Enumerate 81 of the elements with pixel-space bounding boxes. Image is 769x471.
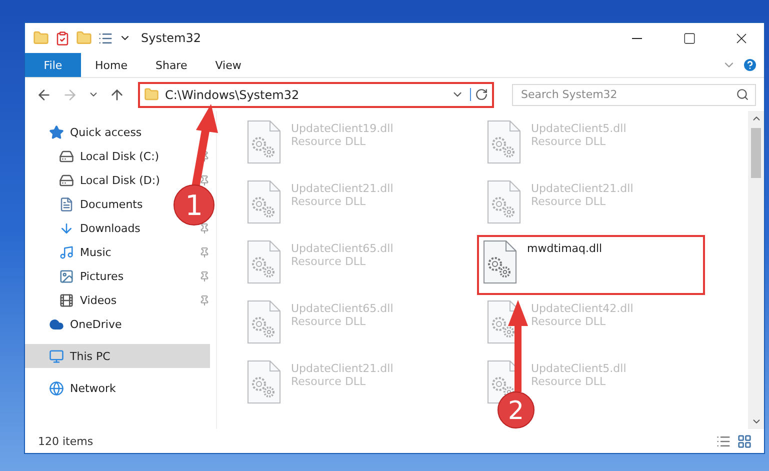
file-name: UpdateClient19.dll — [291, 122, 394, 135]
file-gear-icon — [483, 240, 517, 284]
sidebar-item[interactable]: Downloads — [25, 216, 146, 240]
sidebar-item[interactable]: OneDrive — [25, 312, 128, 336]
sidebar-item[interactable]: Pictures — [25, 264, 130, 288]
drive-icon — [59, 172, 74, 188]
folder-icon — [144, 87, 159, 102]
step-number: 1 — [185, 189, 203, 222]
search-icon[interactable] — [736, 88, 749, 100]
file-name: mwdtimaq.dll — [527, 242, 602, 255]
sidebar-item[interactable]: Music — [25, 240, 118, 264]
pin-icon[interactable] — [199, 174, 210, 186]
document-icon — [59, 196, 74, 212]
ribbon-tab[interactable]: View — [201, 53, 256, 77]
scrollbar[interactable] — [748, 111, 764, 429]
file-tile[interactable]: mwdtimaq.dll — [477, 235, 705, 295]
file-type: Resource DLL — [291, 315, 367, 328]
globe-icon — [49, 380, 64, 396]
refresh-icon[interactable] — [470, 88, 488, 101]
file-name: UpdateClient65.dll — [291, 302, 394, 315]
help-icon[interactable] — [742, 57, 758, 73]
file-type: Resource DLL — [291, 135, 367, 148]
sidebar-item[interactable]: Network — [25, 376, 122, 400]
list-icon[interactable] — [98, 30, 113, 46]
file-gear-icon — [247, 180, 281, 224]
file-type: Resource DLL — [291, 375, 367, 388]
pin-icon[interactable] — [199, 270, 210, 282]
sidebar-item[interactable]: Local Disk (C:) — [25, 144, 166, 168]
file-type: Resource DLL — [291, 195, 367, 208]
file-gear-icon — [487, 120, 521, 164]
tiles-view-icon[interactable] — [737, 434, 752, 448]
file-type: Resource DLL — [531, 195, 607, 208]
step-badge — [498, 392, 534, 428]
file-name: UpdateClient5.dll — [531, 362, 626, 375]
file-name: UpdateClient21.dll — [531, 182, 634, 195]
pin-icon[interactable] — [199, 222, 210, 234]
file-type: Resource DLL — [531, 135, 607, 148]
ribbon-tab[interactable]: Home — [81, 53, 142, 77]
step-badge — [174, 184, 214, 226]
file-type: Resource DLL — [531, 375, 607, 388]
item-count: 120 items — [38, 434, 94, 448]
sidebar-item[interactable]: Videos — [25, 288, 123, 312]
file-type: Resource DLL — [291, 255, 367, 268]
ribbon-tab[interactable]: Share — [141, 53, 202, 77]
window-title: System32 — [141, 31, 202, 45]
music-note-icon — [59, 244, 74, 260]
file-gear-icon — [247, 240, 281, 284]
file-name: UpdateClient42.dll — [531, 302, 634, 315]
file-name: UpdateClient21.dll — [291, 182, 394, 195]
film-icon — [59, 292, 74, 308]
file-gear-icon — [247, 360, 281, 404]
search-field[interactable]: Search System32 — [512, 84, 756, 106]
step-number: 2 — [508, 396, 524, 425]
file-gear-icon — [247, 300, 281, 344]
drive-icon — [59, 148, 74, 164]
cloud-icon — [49, 316, 64, 332]
file-type: Resource DLL — [531, 315, 607, 328]
back-icon[interactable] — [36, 86, 52, 102]
star-icon — [49, 124, 64, 140]
scroll-thumb[interactable] — [751, 128, 761, 178]
details-view-icon[interactable] — [716, 434, 731, 448]
address-field[interactable]: C:\Windows\System32 — [138, 82, 494, 108]
maximize-icon — [682, 32, 696, 44]
file-name: UpdateClient65.dll — [291, 242, 394, 255]
pin-icon[interactable] — [199, 246, 210, 258]
file-name: UpdateClient5.dll — [531, 122, 626, 135]
sidebar-item[interactable]: Local Disk (D:) — [25, 168, 166, 192]
file-name: UpdateClient21.dll — [291, 362, 394, 375]
file-gear-icon — [247, 120, 281, 164]
sidebar-item[interactable]: Documents — [25, 192, 149, 216]
sidebar-item[interactable]: Quick access — [25, 120, 148, 144]
picture-icon — [59, 268, 74, 284]
pin-icon[interactable] — [199, 294, 210, 306]
monitor-icon — [49, 348, 64, 364]
sidebar-item[interactable]: This PC — [25, 344, 210, 368]
properties-icon[interactable] — [55, 30, 70, 46]
file-gear-icon — [487, 180, 521, 224]
file-tab[interactable]: File — [25, 53, 81, 77]
up-icon[interactable] — [109, 86, 125, 102]
down-arrow-icon — [59, 220, 74, 236]
address-path: C:\Windows\System32 — [165, 88, 300, 102]
